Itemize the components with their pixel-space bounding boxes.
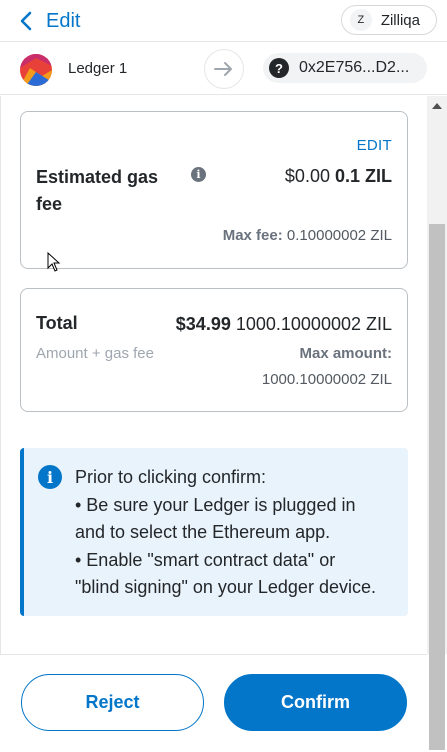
scroll-up-arrow-icon[interactable] [427,100,447,112]
amount-plus-gas-label: Amount + gas fee [36,345,154,362]
gas-fee-label: Estimated gas fee [36,167,159,214]
total-card: Total $34.99 1000.10000002 ZIL Amount + … [20,288,408,412]
sender-recipient-row: Ledger 1 ? 0x2E756...D2... [0,43,447,95]
max-fee-value: 0.10000002 ZIL [286,227,392,244]
banner-line: • Enable "smart contract data" or [75,549,336,570]
banner-line: • Be sure your Ledger is plugged in [75,494,356,515]
gas-fee-values: $0.00 0.1 ZIL [285,166,392,187]
edit-gas-button[interactable]: EDIT [357,137,392,154]
info-icon: i [38,465,62,489]
back-edit-label: Edit [46,9,81,32]
chevron-left-icon [20,11,32,31]
recipient-address-pill[interactable]: ? 0x2E756...D2... [263,53,427,83]
total-fiat: $34.99 [175,314,231,334]
banner-line: "blind signing" on your Ledger device. [75,577,376,597]
gas-fee-card: EDIT Estimated gas fee i $0.00 0.1 ZIL M… [20,111,408,269]
sender-account-name: Ledger 1 [68,60,128,77]
page-header: Edit Z Zilliqa [0,0,447,42]
scrollbar-thumb[interactable] [429,224,445,750]
banner-text: Prior to clicking confirm: • Be sure you… [75,464,405,602]
banner-line: and to select the Ethereum app. [75,522,331,542]
banner-line: Prior to clicking confirm: [75,467,267,487]
scrollbar[interactable] [427,96,447,750]
recipient-address: 0x2E756...D2... [299,59,410,76]
mouse-cursor-icon [47,252,61,272]
reject-button[interactable]: Reject [21,674,204,731]
network-selector[interactable]: Z Zilliqa [340,5,437,35]
total-native: 1000.10000002 ZIL [235,314,392,334]
ledger-info-banner: i Prior to clicking confirm: • Be sure y… [20,448,408,616]
max-fee-row: Max fee: 0.10000002 ZIL [223,227,392,244]
gas-fee-native: 0.1 ZIL [334,166,392,186]
question-icon: ? [269,58,289,78]
total-values: $34.99 1000.10000002 ZIL [176,314,392,335]
max-amount-value: 1000.10000002 ZIL [261,371,392,388]
arrow-right-icon [204,49,244,89]
gas-fee-fiat: $0.00 [284,166,330,186]
network-avatar: Z [349,9,372,31]
confirm-button[interactable]: Confirm [224,674,407,731]
network-name: Zilliqa [380,11,420,29]
max-fee-label: Max fee: [222,227,283,244]
info-icon[interactable]: i [191,167,206,182]
max-amount-label: Max amount: [299,345,392,362]
footer-actions: Reject Confirm [0,654,427,752]
total-label: Total [36,313,78,333]
account-avatar [20,54,52,86]
back-edit-button[interactable]: Edit [20,8,80,34]
